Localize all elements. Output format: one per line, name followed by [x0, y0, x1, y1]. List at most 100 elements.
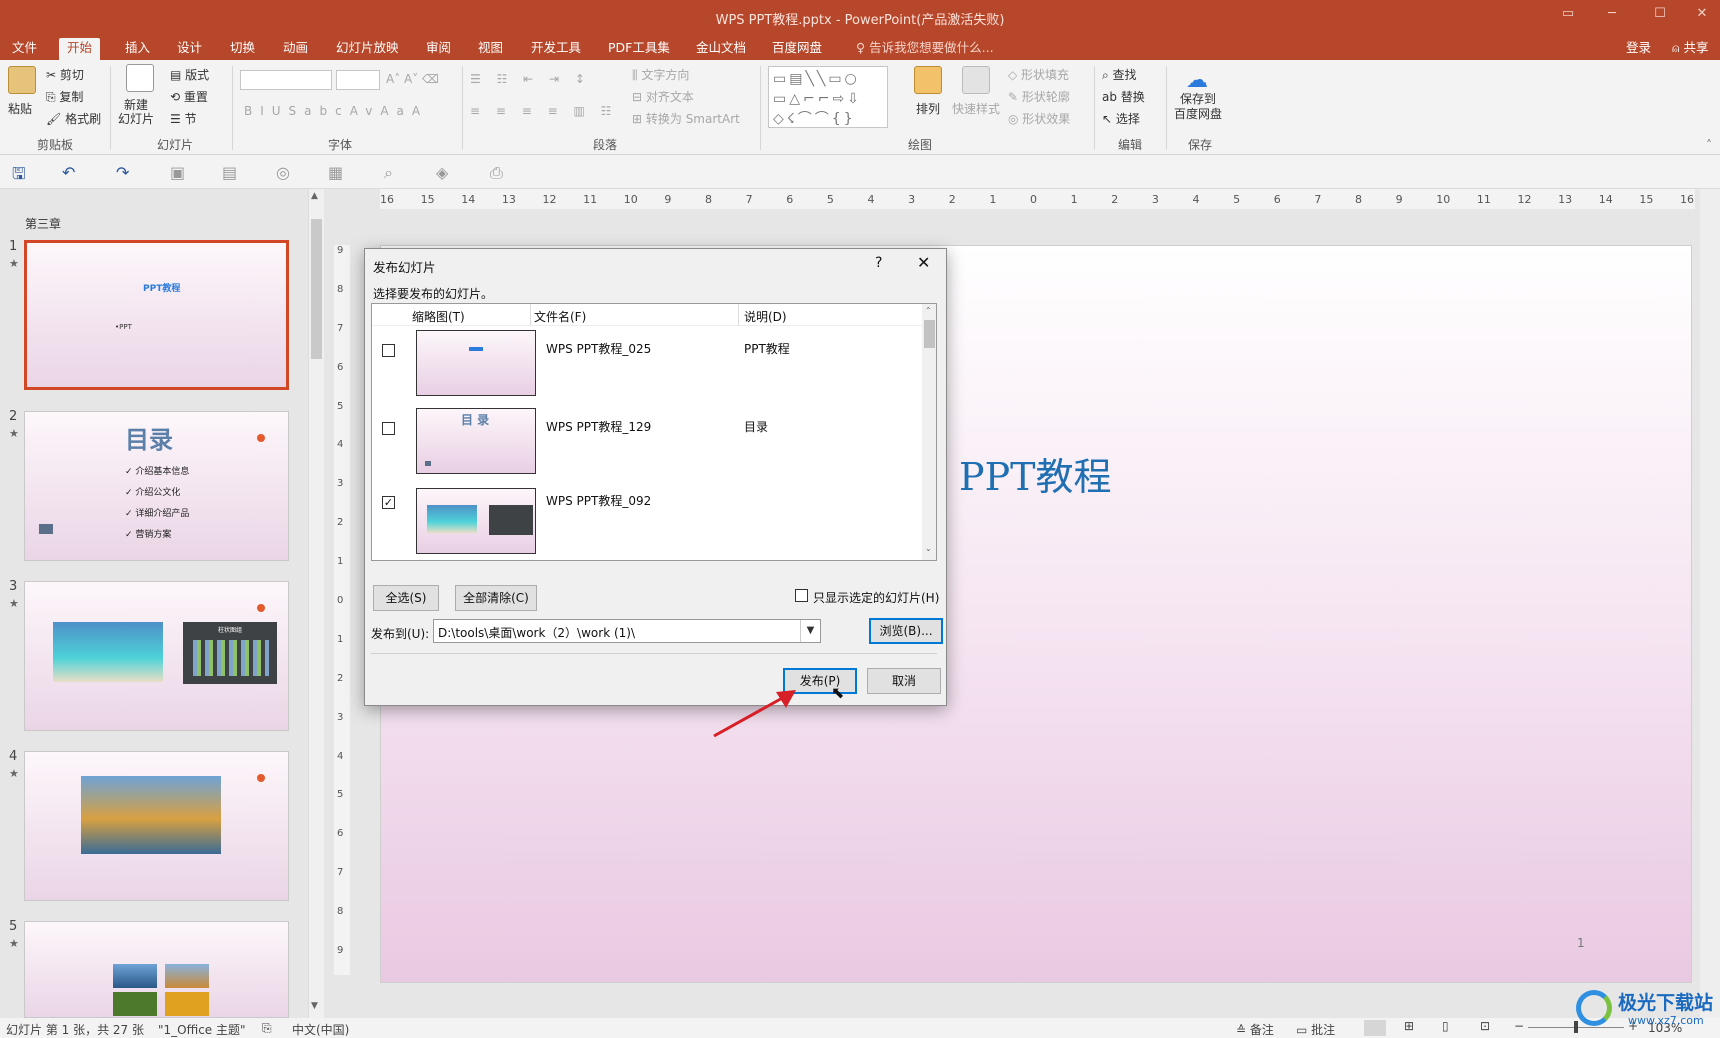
- format-painter-button[interactable]: 🖌 格式刷: [46, 110, 101, 127]
- list-scrollbar[interactable]: ⌃ ⌄: [922, 304, 936, 560]
- tab-view[interactable]: 视图: [470, 38, 511, 60]
- scroll-up-icon[interactable]: ▲: [311, 191, 318, 201]
- tab-animations[interactable]: 动画: [275, 38, 316, 60]
- section-header[interactable]: 第三章: [25, 215, 61, 232]
- select-button[interactable]: ↖ 选择: [1102, 110, 1140, 127]
- cancel-button[interactable]: 取消: [867, 668, 941, 694]
- undo-icon[interactable]: ↶: [62, 163, 75, 182]
- scroll-down-icon[interactable]: ▼: [311, 1001, 318, 1011]
- row-checkbox[interactable]: [382, 422, 395, 435]
- tab-baidu[interactable]: 百度网盘: [764, 38, 830, 60]
- only-selected-checkbox[interactable]: [795, 589, 808, 602]
- chevron-down-icon[interactable]: ▼: [800, 620, 820, 642]
- slide-thumbnail-4[interactable]: [24, 751, 289, 901]
- tab-slideshow[interactable]: 幻灯片放映: [328, 38, 407, 60]
- tab-transitions[interactable]: 切换: [222, 38, 263, 60]
- tab-insert[interactable]: 插入: [117, 38, 158, 60]
- tab-home[interactable]: 开始: [59, 38, 101, 60]
- shape-fill-button[interactable]: ◇ 形状填充: [1008, 66, 1069, 83]
- notes-button[interactable]: ≙ 备注: [1236, 1021, 1274, 1038]
- browse-button[interactable]: 浏览(B)...: [869, 618, 943, 644]
- maximize-icon[interactable]: ☐: [1640, 6, 1680, 28]
- quick-styles-button[interactable]: 快速样式: [952, 100, 1000, 117]
- slide-thumbnail-3[interactable]: 柱状图组: [24, 581, 289, 731]
- list-row[interactable]: WPS PPT教程_025 PPT教程: [372, 328, 922, 406]
- copy-button[interactable]: ⎘ 复制: [46, 88, 83, 105]
- redo-icon[interactable]: ↷: [116, 163, 129, 182]
- toolbar-icon[interactable]: ⎙: [490, 163, 503, 183]
- font-size-select[interactable]: [336, 70, 380, 90]
- quick-styles-icon[interactable]: [962, 66, 990, 94]
- tab-kdocs[interactable]: 金山文档: [688, 38, 754, 60]
- align-icons[interactable]: ≡ ≡ ≡ ≡ ▥ ☷: [470, 104, 617, 118]
- smartart-button[interactable]: ⊞ 转换为 SmartArt: [632, 110, 740, 127]
- list-icons[interactable]: ☰ ☷ ⇤ ⇥ ↕: [470, 72, 591, 86]
- toolbar-icon[interactable]: ▤: [222, 163, 237, 182]
- shape-outline-button[interactable]: ✎ 形状轮廓: [1008, 88, 1070, 105]
- list-row[interactable]: ✓ WPS PPT教程_092: [372, 488, 922, 560]
- slide-thumbnail-5[interactable]: [24, 921, 289, 1018]
- new-slide-button[interactable]: 新建 幻灯片: [118, 98, 154, 126]
- toolbar-icon[interactable]: ▦: [328, 163, 343, 182]
- slideshow-icon[interactable]: ⊡: [1480, 1019, 1490, 1033]
- normal-view-icon[interactable]: [1364, 1020, 1386, 1036]
- paste-icon[interactable]: [8, 66, 36, 94]
- thumbnail-scrollbar[interactable]: ▲ ▼: [308, 189, 324, 1018]
- align-text-button[interactable]: ⊟ 对齐文本: [632, 88, 694, 105]
- collapse-ribbon-icon[interactable]: ˄: [1706, 138, 1712, 152]
- arrange-button[interactable]: 排列: [916, 100, 940, 117]
- toolbar-icon[interactable]: ◎: [276, 163, 290, 182]
- text-direction-button[interactable]: ⫼ 文字方向: [632, 66, 689, 83]
- scroll-down-icon[interactable]: ⌄: [925, 544, 932, 553]
- help-button[interactable]: ?: [875, 255, 882, 271]
- col-filename[interactable]: 文件名(F): [534, 308, 586, 325]
- font-name-select[interactable]: [240, 70, 332, 90]
- dialog-close-icon[interactable]: ✕: [917, 253, 930, 272]
- language[interactable]: 中文(中国): [292, 1021, 349, 1038]
- comments-button[interactable]: ▭ 批注: [1296, 1021, 1335, 1038]
- canvas-scrollbar[interactable]: [1700, 189, 1720, 1018]
- tab-developer[interactable]: 开发工具: [523, 38, 589, 60]
- cut-button[interactable]: ✂ 剪切: [46, 66, 84, 83]
- ribbon-display-icon[interactable]: ▭: [1548, 6, 1588, 28]
- row-checkbox[interactable]: [382, 344, 395, 357]
- scroll-thumb[interactable]: [924, 320, 935, 348]
- tab-file[interactable]: 文件: [4, 38, 45, 60]
- tab-pdf-tools[interactable]: PDF工具集: [600, 38, 678, 60]
- new-slide-icon[interactable]: [126, 64, 154, 92]
- login-link[interactable]: 登录: [1618, 38, 1659, 60]
- tell-me-box[interactable]: ♀ 告诉我您想要做什么...: [848, 38, 1002, 60]
- tab-review[interactable]: 审阅: [418, 38, 459, 60]
- find-button[interactable]: ⌕ 查找: [1102, 66, 1137, 83]
- shapes-gallery[interactable]: ▭▤╲╲▭○ ▭△⌐⌐⇨⇩ ◇☇⌒⌒{}: [768, 66, 888, 128]
- print-preview-icon[interactable]: ⌕: [384, 163, 393, 183]
- minimize-icon[interactable]: ─: [1592, 6, 1632, 28]
- font-size-adjust-icons[interactable]: A˄ A˅ ⌫: [386, 72, 439, 86]
- scroll-up-icon[interactable]: ⌃: [925, 306, 932, 315]
- select-all-button[interactable]: 全选(S): [373, 585, 439, 611]
- toolbar-icon[interactable]: ▣: [170, 163, 185, 182]
- zoom-out-icon[interactable]: −: [1514, 1019, 1524, 1033]
- slide-title[interactable]: PPT教程: [959, 446, 1111, 501]
- reset-button[interactable]: ⟲ 重置: [170, 88, 208, 105]
- publish-to-value[interactable]: D:\tools\桌面\work（2）\work (1)\: [438, 624, 635, 641]
- share-button[interactable]: ⍝ 共享: [1664, 38, 1717, 60]
- paste-button[interactable]: 粘贴: [8, 100, 32, 117]
- row-checkbox[interactable]: ✓: [382, 496, 395, 509]
- font-format-icons[interactable]: BIUSabcAvAaA: [244, 104, 428, 118]
- replace-button[interactable]: ab 替换: [1102, 88, 1145, 105]
- tab-design[interactable]: 设计: [169, 38, 210, 60]
- slide-sorter-icon[interactable]: ⊞: [1404, 1019, 1414, 1033]
- scroll-thumb[interactable]: [311, 219, 322, 359]
- slide-thumbnail-1[interactable]: PPT教程 •PPT: [24, 240, 289, 390]
- clear-all-button[interactable]: 全部清除(C): [455, 585, 537, 611]
- layout-button[interactable]: ▤ 版式: [170, 66, 209, 83]
- publish-to-combobox[interactable]: D:\tools\桌面\work（2）\work (1)\ ▼: [433, 619, 821, 643]
- section-button[interactable]: ☰ 节: [170, 110, 197, 127]
- shape-effects-button[interactable]: ◎ 形状效果: [1008, 110, 1070, 127]
- col-description[interactable]: 说明(D): [744, 308, 787, 325]
- reading-view-icon[interactable]: ▯: [1442, 1019, 1449, 1033]
- toolbar-icon[interactable]: ◈: [436, 163, 448, 182]
- slide-thumbnail-2[interactable]: 目录 ✓ 介绍基本信息 ✓ 介绍公文化 ✓ 详细介绍产品 ✓ 营销方案: [24, 411, 289, 561]
- save-icon[interactable]: 🖫: [12, 163, 26, 190]
